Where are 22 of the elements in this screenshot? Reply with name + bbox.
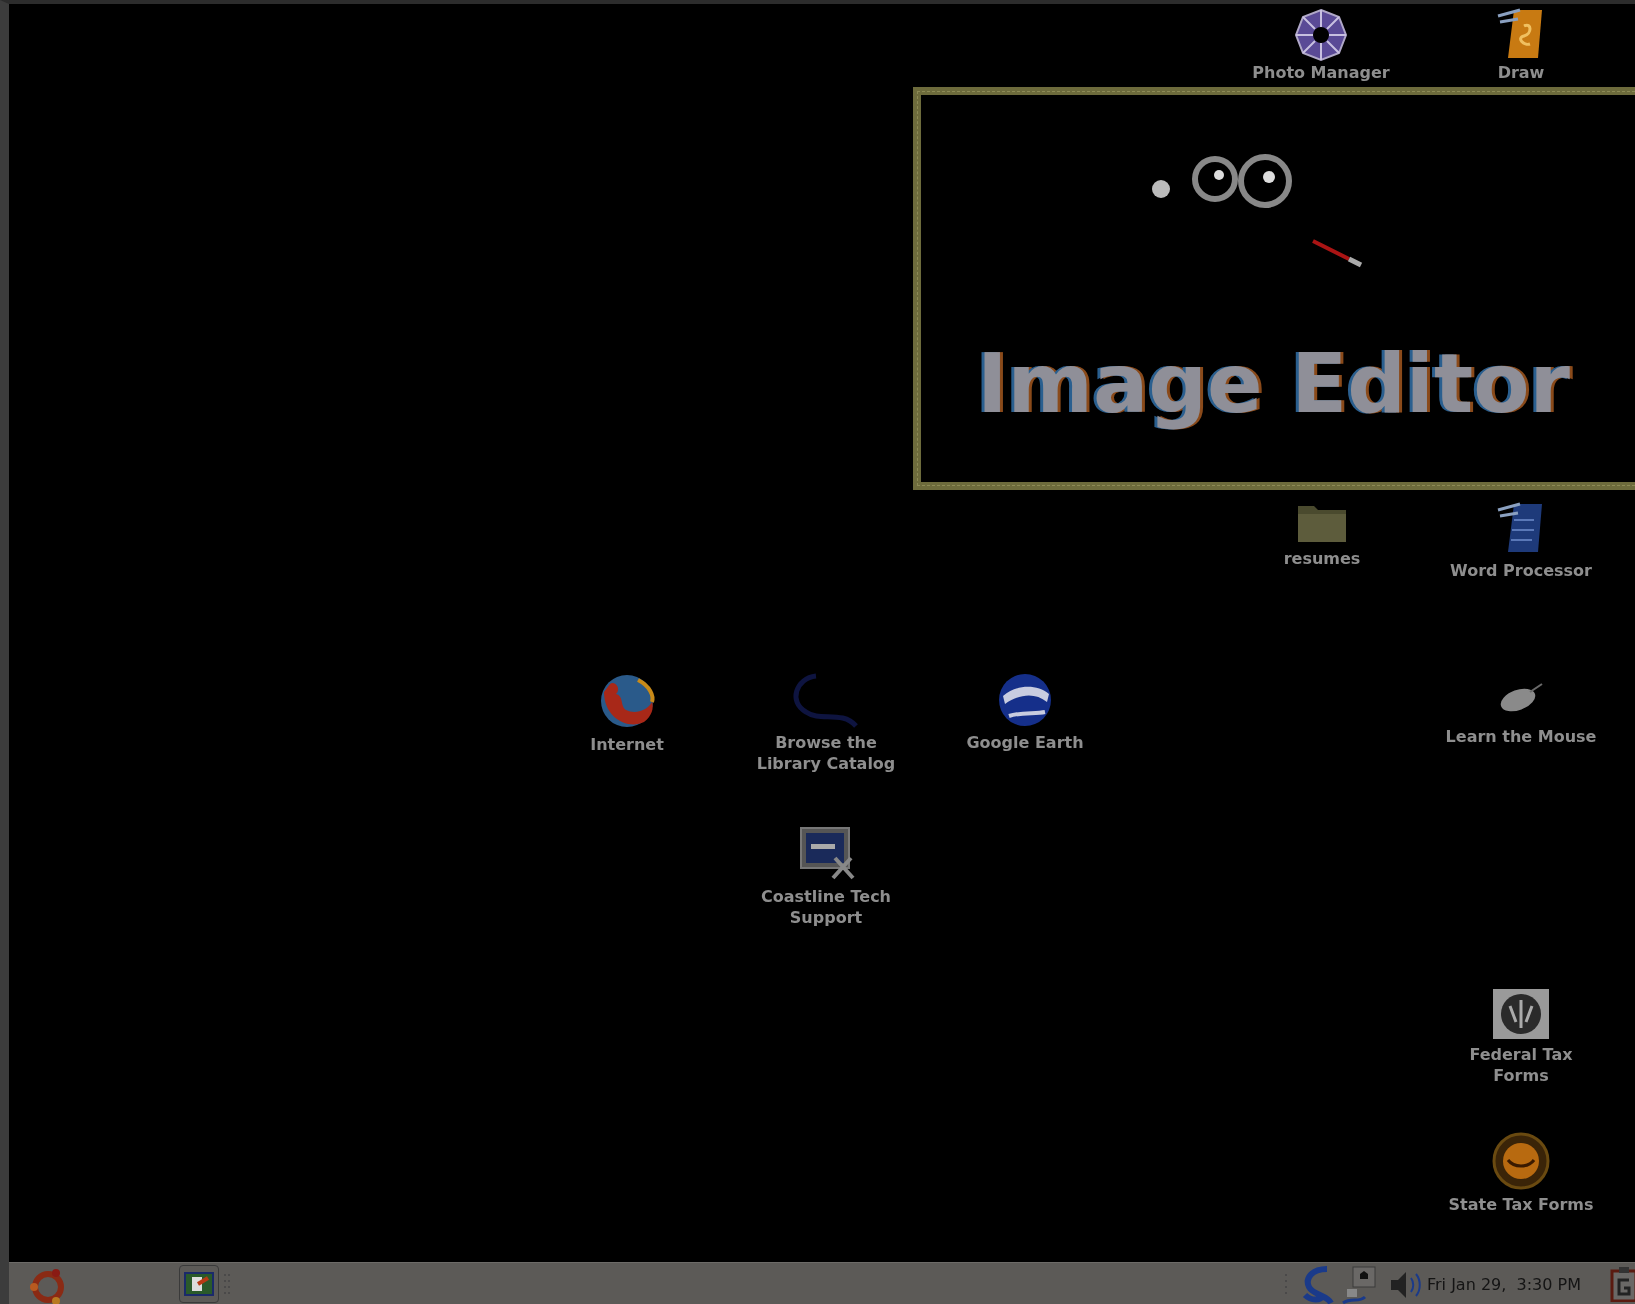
icon-label: Google Earth — [966, 732, 1084, 753]
clock[interactable]: Fri Jan 29, 3:30 PM — [1427, 1273, 1581, 1297]
icon-label: Federal Tax Forms — [1468, 1044, 1574, 1086]
icon-label: resumes — [1283, 548, 1361, 569]
icon-label: State Tax Forms — [1448, 1194, 1594, 1215]
globe-icon[interactable] — [598, 672, 656, 730]
monitor-tools-icon[interactable] — [797, 826, 855, 882]
seal-icon[interactable] — [1492, 1132, 1550, 1190]
icon-label: Photo Manager — [1252, 62, 1390, 83]
image-icon — [184, 1272, 214, 1297]
emblem-icon[interactable] — [1492, 988, 1550, 1040]
icon-label: Word Processor — [1450, 560, 1592, 581]
clipboard-icon[interactable] — [1610, 1266, 1635, 1302]
icon-label: Internet — [590, 734, 664, 755]
icon-label: Coastline Tech Support — [760, 886, 892, 928]
icon-label: Draw — [1497, 62, 1545, 83]
icon-label: Browse the Library Catalog — [755, 732, 897, 774]
splash-title: Image Editor — [976, 335, 1571, 433]
taskbar-window-button[interactable] — [179, 1265, 219, 1303]
icon-label: Learn the Mouse — [1445, 726, 1597, 747]
sphere-icon[interactable] — [997, 672, 1053, 728]
shutter-icon[interactable] — [1294, 8, 1348, 62]
